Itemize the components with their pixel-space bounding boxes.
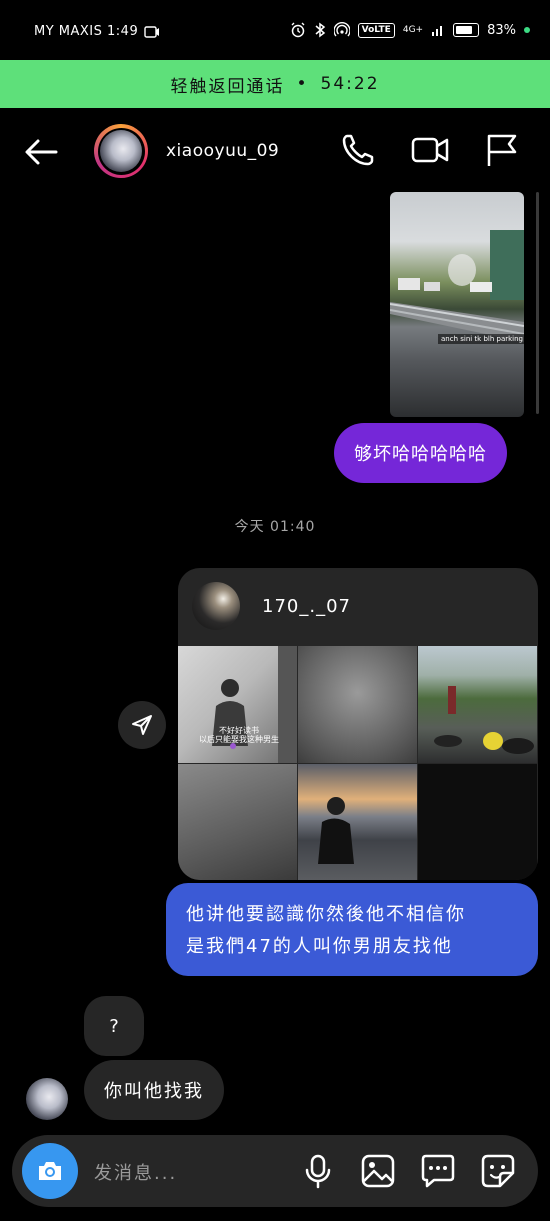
status-bar: MY MAXIS 1:49 VoLTE 4G+ 83% <box>0 0 550 62</box>
privacy-indicator-icon <box>524 27 530 33</box>
video-caption: anch sini tk blh parking leh sii <box>438 334 524 344</box>
video-camera-icon <box>411 137 449 163</box>
voice-message-button[interactable] <box>298 1151 338 1191</box>
message-composer: 发消息... <box>12 1135 538 1207</box>
video-call-button[interactable] <box>410 130 450 170</box>
return-to-call-banner[interactable]: 轻触返回通话 • 54:22 <box>0 60 550 108</box>
person-figure-art <box>212 646 297 763</box>
battery-level: 83% <box>487 22 516 38</box>
camera-icon <box>39 1162 61 1180</box>
sender-avatar[interactable] <box>26 1078 68 1120</box>
chat-bubble-icon <box>421 1154 455 1188</box>
shared-profile-username: 170_._07 <box>262 596 351 617</box>
alarm-icon <box>291 22 305 38</box>
beach-person-art <box>318 797 354 864</box>
back-button[interactable] <box>22 132 62 172</box>
profile-post-thumb-empty <box>418 764 537 880</box>
camera-button[interactable] <box>22 1143 78 1199</box>
contact-username[interactable]: xiaooyuu_09 <box>166 141 279 161</box>
shared-profile-card[interactable]: 170_._07 不好好读书 以后只能娶我这种男生 <box>178 568 538 880</box>
shared-video-thumbnail[interactable]: anch sini tk blh parking leh sii <box>390 192 524 417</box>
phone-icon <box>342 134 374 166</box>
forward-button[interactable] <box>118 701 166 749</box>
microphone-icon <box>305 1154 331 1189</box>
profile-post-thumb <box>418 646 537 763</box>
contact-avatar[interactable] <box>94 124 148 178</box>
chat-header: xiaooyuu_09 <box>0 108 550 194</box>
back-arrow-icon <box>25 139 58 165</box>
flag-icon <box>487 134 517 166</box>
signal-icon <box>432 26 443 36</box>
battery-icon <box>453 23 480 37</box>
date-separator: 今天 01:40 <box>234 519 316 535</box>
message-line: 他讲他要認識你然後他不相信你 <box>186 904 466 925</box>
hotspot-icon <box>333 22 350 37</box>
incoming-message[interactable]: ? <box>84 996 144 1056</box>
scrollbar[interactable] <box>536 192 539 414</box>
carrier-time: MY MAXIS 1:49 <box>34 24 139 39</box>
status-left: MY MAXIS 1:49 <box>34 24 160 39</box>
profile-post-thumb <box>298 764 417 880</box>
avatar-image <box>100 130 142 172</box>
motorbike-scene-art <box>434 686 534 754</box>
thumb-caption-line2: 以后只能娶我这种男生 <box>199 735 279 744</box>
status-right: VoLTE 4G+ 83% <box>290 22 530 38</box>
gallery-button[interactable] <box>358 1151 398 1191</box>
thumb-caption-line1: 不好好读书 <box>219 726 259 735</box>
incoming-message[interactable]: 你叫他找我 <box>84 1060 224 1120</box>
message-line: 是我們47的人叫你男朋友找他 <box>186 936 453 957</box>
road-scene-art <box>390 230 524 342</box>
network-label: 4G+ <box>402 25 424 35</box>
call-duration: 54:22 <box>320 74 380 94</box>
outgoing-message[interactable]: 够坏哈哈哈哈哈 <box>334 423 507 483</box>
report-button[interactable] <box>482 130 522 170</box>
avatar-border <box>97 127 145 175</box>
sticker-icon <box>481 1154 515 1188</box>
sticker-button[interactable] <box>478 1151 518 1191</box>
message-input[interactable]: 发消息... <box>94 1159 177 1185</box>
profile-post-thumb: 不好好读书 以后只能娶我这种男生 <box>178 646 297 763</box>
volte-badge: VoLTE <box>357 22 395 38</box>
shared-profile-avatar <box>192 582 240 630</box>
call-banner-label: 轻触返回通话 <box>170 76 285 97</box>
send-icon <box>132 715 152 735</box>
quick-reply-button[interactable] <box>418 1151 458 1191</box>
gallery-icon <box>361 1154 395 1188</box>
audio-call-button[interactable] <box>338 130 378 170</box>
screen-record-icon <box>144 25 160 38</box>
profile-post-thumb <box>178 764 297 880</box>
bluetooth-icon <box>315 22 325 38</box>
profile-post-thumb <box>298 646 417 763</box>
outgoing-message-long[interactable]: 他讲他要認識你然後他不相信你 是我們47的人叫你男朋友找他 <box>166 883 538 976</box>
call-banner-separator: • <box>296 74 309 94</box>
